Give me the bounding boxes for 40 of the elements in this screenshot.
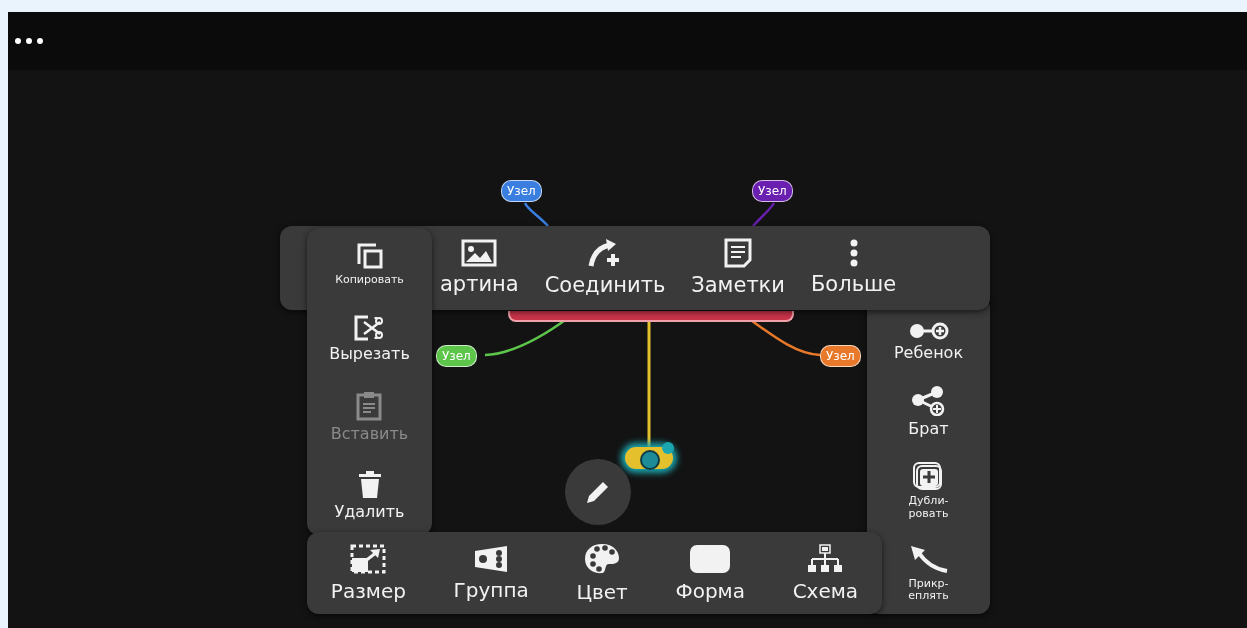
mind-map-node[interactable]: Узел	[752, 180, 793, 202]
cut-icon	[354, 314, 385, 341]
root-node[interactable]	[508, 311, 794, 322]
connector-line	[752, 202, 776, 227]
more-icon	[848, 239, 859, 268]
connector-line	[523, 202, 549, 227]
color-button[interactable]: Цвет	[574, 541, 630, 605]
node-handle[interactable]	[662, 442, 674, 454]
attach-button[interactable]: Прикр- еплять	[906, 541, 951, 604]
rounded-square-icon	[689, 544, 732, 574]
mind-map-node[interactable]: Узел	[501, 180, 542, 202]
shape-button[interactable]: Форма	[673, 542, 747, 604]
copy-button[interactable]: Копировать	[333, 240, 406, 289]
trash-icon	[357, 471, 382, 500]
group-icon	[473, 545, 510, 573]
notes-icon	[724, 238, 753, 269]
group-button[interactable]: Группа	[451, 543, 531, 603]
connect-button[interactable]: Соединить	[542, 236, 668, 300]
curved-arrow-plus-icon	[588, 238, 622, 269]
size-button[interactable]: Размер	[328, 542, 408, 604]
more-button[interactable]: Больше	[808, 237, 899, 299]
hierarchy-icon	[807, 544, 844, 574]
curved-arrow-icon	[908, 543, 949, 574]
notes-button[interactable]: Заметки	[689, 236, 787, 300]
delete-button[interactable]: Удалить	[332, 469, 407, 523]
layout-button[interactable]: Схема	[790, 542, 861, 604]
image-icon	[461, 239, 498, 268]
child-button[interactable]: Ребенок	[891, 320, 966, 364]
copy-icon	[355, 242, 384, 271]
resize-icon	[350, 544, 387, 574]
duplicate-button[interactable]: Дубли- ровать	[906, 459, 951, 522]
sibling-button[interactable]: Брат	[906, 383, 951, 440]
share-plus-icon	[911, 385, 946, 416]
image-button[interactable]: артина	[438, 237, 521, 299]
more-icon[interactable]	[14, 37, 46, 45]
duplicate-icon	[912, 461, 945, 492]
palette-icon	[584, 543, 621, 575]
cut-button[interactable]: Вырезать	[327, 312, 412, 365]
clipboard-icon	[356, 391, 383, 421]
node-plus-icon	[908, 322, 949, 341]
